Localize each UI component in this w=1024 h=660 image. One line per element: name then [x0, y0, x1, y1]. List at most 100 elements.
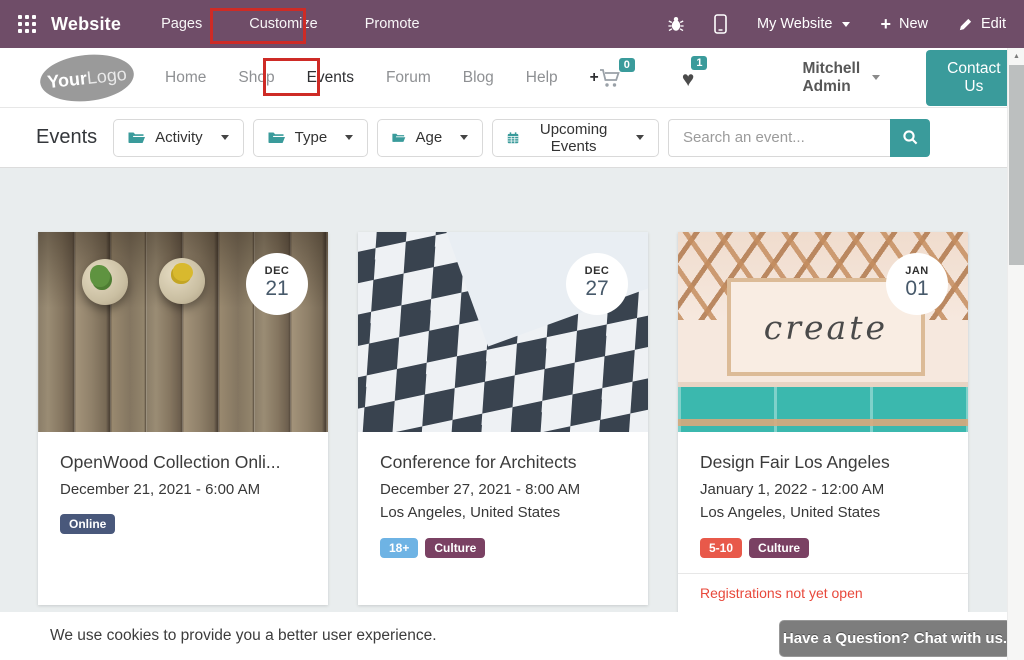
site-logo[interactable]: YourLogo: [38, 50, 136, 106]
event-tags: 18+ Culture: [380, 538, 626, 558]
folder-icon: [392, 131, 405, 145]
top-navbar: Website Pages Customize Promote M: [0, 0, 1024, 48]
badge-month: DEC: [566, 265, 628, 277]
page-title: Events: [36, 126, 97, 149]
menu-promote[interactable]: Promote: [365, 16, 420, 32]
up-arrow-icon[interactable]: ▲: [1008, 53, 1024, 60]
debug-bug-icon[interactable]: [668, 16, 684, 32]
chevron-down-icon: [872, 75, 880, 80]
event-title[interactable]: OpenWood Collection Onli...: [60, 452, 306, 473]
badge-day: 21: [246, 277, 308, 301]
badge-day: 27: [566, 277, 628, 301]
search-icon: [902, 129, 919, 146]
event-card-openwood: DEC 21 OpenWood Collection Onli... Decem…: [38, 232, 328, 605]
tag-culture[interactable]: Culture: [749, 538, 809, 558]
event-location: Los Angeles, United States: [380, 501, 626, 524]
filter-age-label: Age: [416, 129, 443, 146]
site-menu: Home Shop Events Forum Blog Help +: [165, 69, 599, 87]
wishlist-button[interactable]: ♥ 1: [682, 65, 711, 90]
website-selector[interactable]: My Website: [757, 16, 850, 32]
top-menu: Pages Customize Promote: [161, 16, 419, 32]
nav-item-home[interactable]: Home: [165, 69, 206, 87]
tag-5-10[interactable]: 5-10: [700, 538, 742, 558]
tag-18plus[interactable]: 18+: [380, 538, 418, 558]
filter-activity-dropdown[interactable]: Activity: [113, 119, 244, 157]
pencil-icon: [958, 17, 973, 32]
event-title[interactable]: Design Fair Los Angeles: [700, 452, 946, 473]
filter-type-dropdown[interactable]: Type: [253, 119, 369, 157]
event-search: [668, 119, 930, 157]
chevron-down-icon: [636, 135, 644, 140]
menu-pages[interactable]: Pages: [161, 16, 202, 32]
nav-item-events[interactable]: Events: [307, 69, 354, 87]
chevron-down-icon: [460, 135, 468, 140]
event-tags: Online: [60, 514, 306, 534]
scrollbar-thumb[interactable]: [1009, 65, 1024, 265]
event-image-conference[interactable]: DEC 27: [358, 232, 648, 432]
date-badge: JAN 01: [886, 253, 948, 315]
event-card-conference: DEC 27 Conference for Architects Decembe…: [358, 232, 648, 605]
filter-type-label: Type: [295, 129, 328, 146]
badge-month: DEC: [246, 265, 308, 277]
chevron-down-icon: [345, 135, 353, 140]
event-cards-row: DEC 21 OpenWood Collection Onli... Decem…: [0, 168, 1024, 627]
event-location: Los Angeles, United States: [700, 501, 946, 524]
event-image-openwood[interactable]: DEC 21: [38, 232, 328, 432]
nav-add-page-plus-icon[interactable]: +: [590, 69, 599, 87]
mobile-preview-icon[interactable]: [714, 14, 727, 34]
website-selector-label: My Website: [757, 16, 832, 32]
nav-item-blog[interactable]: Blog: [463, 69, 494, 87]
cookie-message: We use cookies to provide you a better u…: [50, 627, 437, 645]
events-list-area: DEC 21 OpenWood Collection Onli... Decem…: [0, 168, 1024, 612]
tag-online[interactable]: Online: [60, 514, 115, 534]
filter-activity-label: Activity: [155, 129, 203, 146]
filter-date-dropdown[interactable]: Upcoming Events: [492, 119, 659, 157]
event-card-body: Design Fair Los Angeles January 1, 2022 …: [678, 432, 968, 558]
new-button[interactable]: + New: [880, 15, 928, 33]
cart-button[interactable]: 0: [599, 67, 638, 89]
event-card-body: Conference for Architects December 27, 2…: [358, 432, 648, 558]
search-input[interactable]: [668, 119, 890, 157]
search-button[interactable]: [890, 119, 930, 157]
new-button-label: New: [899, 16, 928, 32]
filter-date-label: Upcoming Events: [529, 121, 618, 155]
event-card-designfair: create JAN 01 Design Fair Los Angeles Ja…: [678, 232, 968, 627]
event-datetime: January 1, 2022 - 12:00 AM: [700, 478, 946, 501]
date-badge: DEC 21: [246, 253, 308, 315]
menu-customize[interactable]: Customize: [249, 16, 318, 32]
edit-button[interactable]: Edit: [958, 16, 1006, 32]
date-badge: DEC 27: [566, 253, 628, 315]
badge-month: JAN: [886, 265, 948, 277]
user-name: Mitchell Admin: [802, 60, 860, 96]
nav-item-shop[interactable]: Shop: [238, 69, 274, 87]
calendar-icon: [507, 130, 519, 146]
user-menu[interactable]: Mitchell Admin: [802, 60, 880, 96]
site-navbar: YourLogo Home Shop Events Forum Blog Hel…: [0, 48, 1024, 108]
chat-button[interactable]: Have a Question? Chat with us.: [779, 620, 1011, 657]
app-title[interactable]: Website: [51, 14, 121, 35]
create-wall-text: create: [764, 308, 888, 347]
wishlist-count-badge: 1: [691, 56, 707, 70]
folder-icon: [128, 131, 145, 145]
event-tags: 5-10 Culture: [700, 538, 946, 558]
nav-item-help[interactable]: Help: [526, 69, 558, 87]
nav-item-forum[interactable]: Forum: [386, 69, 431, 87]
event-card-body: OpenWood Collection Onli... December 21,…: [38, 432, 328, 534]
event-image-designfair[interactable]: create JAN 01: [678, 232, 968, 432]
topbar-right: My Website + New Edit: [668, 14, 1006, 34]
heart-icon: ♥: [682, 69, 694, 90]
railing-decoration: [678, 419, 968, 426]
events-filter-bar: Events Activity Type Age: [0, 108, 1024, 168]
apps-grid-icon[interactable]: [18, 15, 36, 33]
edit-button-label: Edit: [981, 16, 1006, 32]
registration-status[interactable]: Registrations not yet open: [678, 573, 968, 601]
plant-decoration: [90, 265, 110, 287]
tag-culture[interactable]: Culture: [425, 538, 485, 558]
chevron-down-icon: [221, 135, 229, 140]
filter-age-dropdown[interactable]: Age: [377, 119, 483, 157]
plant-decoration: [173, 263, 193, 281]
vertical-scrollbar[interactable]: ▲: [1007, 48, 1024, 660]
event-datetime: December 21, 2021 - 6:00 AM: [60, 478, 306, 501]
event-title[interactable]: Conference for Architects: [380, 452, 626, 473]
logo-text-rest: Logo: [86, 63, 128, 88]
